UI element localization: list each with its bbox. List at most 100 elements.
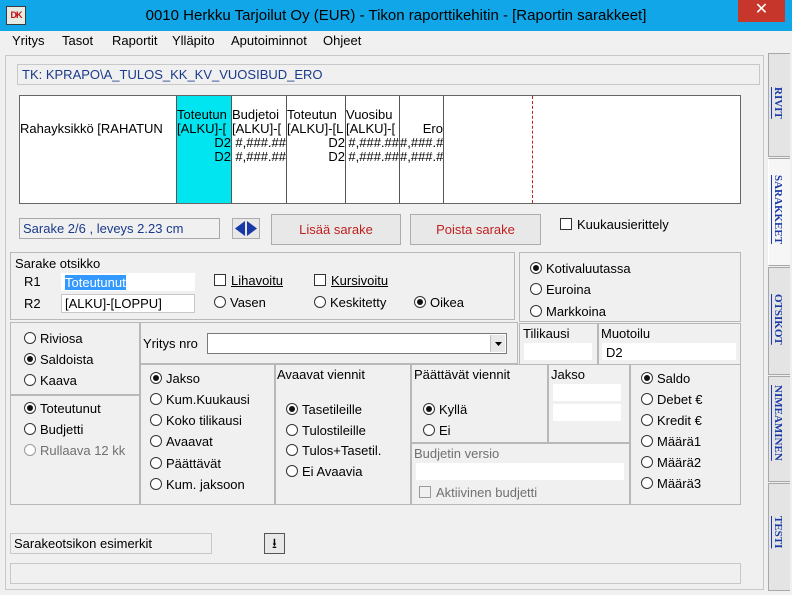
grid-column-4[interactable]: Vuosibu [ALKU]-[ #,###.## #,###.## bbox=[346, 96, 400, 203]
grid-column-3[interactable]: Toteutun [ALKU]-[L D2 D2 bbox=[287, 96, 346, 203]
amount-qty2-radio[interactable]: Määrä2 bbox=[641, 455, 701, 470]
heading-examples-label: Sarakeotsikon esimerkit bbox=[10, 533, 212, 554]
period-whole-year-radio[interactable]: Koko tilikausi bbox=[150, 413, 242, 428]
grid-col3-heading2: [ALKU]-[L bbox=[287, 121, 344, 136]
period-field-input-1[interactable] bbox=[553, 384, 621, 401]
italic-checkbox[interactable]: Kursivoitu bbox=[314, 273, 388, 288]
radio-icon bbox=[641, 456, 653, 468]
grid-col5-heading2: Ero bbox=[422, 121, 443, 136]
grid-column-1[interactable]: Toteutun [ALKU]-[ D2 D2 bbox=[177, 96, 232, 203]
radio-selected-icon bbox=[24, 353, 36, 365]
radio-selected-icon bbox=[641, 372, 653, 384]
currency-home-label: Kotivaluutassa bbox=[546, 261, 631, 276]
row-type-row-radio[interactable]: Riviosa bbox=[24, 331, 83, 346]
grid-col3-value2: D2 bbox=[328, 149, 345, 164]
currency-markka-label: Markkoina bbox=[546, 304, 606, 319]
tab-sarakkeet[interactable]: SARAKKEET bbox=[768, 158, 790, 266]
period-closing-radio[interactable]: Päättävät bbox=[150, 456, 221, 471]
opening-balance-label: Tasetileille bbox=[302, 402, 362, 417]
menu-yllapito[interactable]: Ylläpito bbox=[172, 33, 215, 48]
amount-qty3-radio[interactable]: Määrä3 bbox=[641, 476, 701, 491]
closing-no-label: Ei bbox=[439, 423, 451, 438]
period-cum-months-radio[interactable]: Kum.Kuukausi bbox=[150, 392, 250, 407]
grid-col2-value2: #,###.## bbox=[235, 149, 286, 164]
period-cum-to-period-radio[interactable]: Kum. jaksoon bbox=[150, 477, 245, 492]
add-column-button[interactable]: Lisää sarake bbox=[271, 214, 401, 245]
menu-yritys[interactable]: Yritys bbox=[12, 33, 45, 48]
remove-column-button[interactable]: Poista sarake bbox=[410, 214, 541, 245]
amount-credit-radio[interactable]: Kredit € bbox=[641, 413, 702, 428]
budget-version-input[interactable] bbox=[416, 463, 624, 480]
grid-col3-value1: D2 bbox=[328, 135, 345, 150]
row-type-formula-radio[interactable]: Kaava bbox=[24, 373, 77, 388]
menu-aputoiminnot[interactable]: Aputoiminnot bbox=[231, 33, 307, 48]
column-preview-grid[interactable]: Rahayksikkö [RAHATUN Toteutun [ALKU]-[ D… bbox=[19, 95, 741, 204]
amount-debit-radio[interactable]: Debet € bbox=[641, 392, 703, 407]
tab-nimeaminen[interactable]: NIMEAMINEN bbox=[768, 376, 790, 482]
download-examples-button[interactable]: ⭳ bbox=[264, 533, 285, 554]
data-type-actual-label: Toteutunut bbox=[40, 401, 101, 416]
tab-testi-label: TESTI bbox=[772, 516, 784, 549]
menu-raportit[interactable]: Raportit bbox=[112, 33, 158, 48]
tab-otsikot[interactable]: OTSIKOT bbox=[768, 267, 790, 375]
period-opening-radio[interactable]: Avaavat bbox=[150, 434, 213, 449]
opening-none-radio[interactable]: Ei Avaavia bbox=[286, 464, 362, 479]
closing-yes-label: Kyllä bbox=[439, 402, 468, 417]
period-field-input-2[interactable] bbox=[553, 404, 621, 421]
grid-column-2[interactable]: Budjetoi [ALKU]-[ #,###.## #,###.## bbox=[232, 96, 287, 203]
period-period-radio[interactable]: Jakso bbox=[150, 371, 200, 386]
dropdown-button[interactable] bbox=[490, 335, 505, 352]
bold-checkbox[interactable]: Lihavoitu bbox=[214, 273, 283, 288]
opening-entries-label: Avaavat viennit bbox=[277, 367, 365, 382]
active-budget-checkbox[interactable]: Aktiivinen budjetti bbox=[419, 485, 537, 500]
monthly-breakdown-checkbox[interactable]: Kuukausierittely bbox=[560, 217, 669, 232]
account-period-input[interactable] bbox=[524, 343, 592, 360]
row-type-balance-radio[interactable]: Saldoista bbox=[24, 352, 93, 367]
currency-home-radio[interactable]: Kotivaluutassa bbox=[530, 261, 631, 276]
period-whole-year-label: Koko tilikausi bbox=[166, 413, 242, 428]
tab-testi[interactable]: TESTI bbox=[768, 483, 790, 591]
company-no-select[interactable] bbox=[207, 333, 507, 354]
menu-ohjeet[interactable]: Ohjeet bbox=[323, 33, 361, 48]
align-left-radio[interactable]: Vasen bbox=[214, 295, 266, 310]
amount-qty1-label: Määrä1 bbox=[657, 434, 702, 449]
tab-sarakkeet-label: SARAKKEET bbox=[772, 175, 784, 245]
move-column-arrows[interactable] bbox=[232, 218, 260, 239]
r1-heading-input[interactable]: Toteutunut bbox=[61, 273, 195, 291]
align-center-radio[interactable]: Keskitetty bbox=[314, 295, 386, 310]
tab-rivit[interactable]: RIVIT bbox=[768, 53, 790, 157]
closing-no-radio[interactable]: Ei bbox=[423, 423, 451, 438]
row-type-balance-label: Saldoista bbox=[40, 352, 94, 367]
grid-row-header-column: Rahayksikkö [RAHATUN bbox=[20, 96, 177, 203]
format-input[interactable]: D2 bbox=[602, 343, 736, 360]
currency-euro-radio[interactable]: Euroina bbox=[530, 282, 591, 297]
data-type-rolling-radio[interactable]: Rullaava 12 kk bbox=[24, 443, 125, 458]
menu-tasot[interactable]: Tasot bbox=[62, 33, 93, 48]
grid-column-5[interactable]: Ero #,###.# #,###.# bbox=[400, 96, 444, 203]
r2-heading-input[interactable]: [ALKU]-[LOPPU] bbox=[61, 294, 195, 313]
grid-col5-value1: #,###.# bbox=[400, 135, 444, 150]
data-type-actual-radio[interactable]: Toteutunut bbox=[24, 401, 101, 416]
opening-pl-radio[interactable]: Tulostileille bbox=[286, 423, 366, 438]
grid-col1-value2: D2 bbox=[214, 149, 231, 164]
radio-icon bbox=[286, 444, 298, 456]
radio-icon bbox=[641, 477, 653, 489]
radio-selected-icon bbox=[423, 403, 435, 415]
column-status: Sarake 2/6 , leveys 2.23 cm bbox=[19, 218, 220, 239]
period-cum-to-period-label: Kum. jaksoon bbox=[166, 477, 245, 492]
grid-col4-heading1: Vuosibu bbox=[346, 107, 393, 122]
currency-markka-radio[interactable]: Markkoina bbox=[530, 304, 606, 319]
r2-label: R2 bbox=[24, 296, 41, 311]
column-heading-section-label: Sarake otsikko bbox=[15, 256, 101, 271]
amount-qty1-radio[interactable]: Määrä1 bbox=[641, 434, 701, 449]
close-button[interactable]: ✕ bbox=[738, 0, 785, 22]
opening-both-label: Tulos+Tasetil. bbox=[302, 443, 382, 458]
data-type-budget-radio[interactable]: Budjetti bbox=[24, 422, 83, 437]
page-width-marker bbox=[532, 96, 533, 203]
radio-icon bbox=[150, 393, 162, 405]
opening-both-radio[interactable]: Tulos+Tasetil. bbox=[286, 443, 381, 458]
amount-balance-radio[interactable]: Saldo bbox=[641, 371, 690, 386]
closing-yes-radio[interactable]: Kyllä bbox=[423, 402, 467, 417]
opening-balance-radio[interactable]: Tasetileille bbox=[286, 402, 362, 417]
align-right-radio[interactable]: Oikea bbox=[414, 295, 464, 310]
